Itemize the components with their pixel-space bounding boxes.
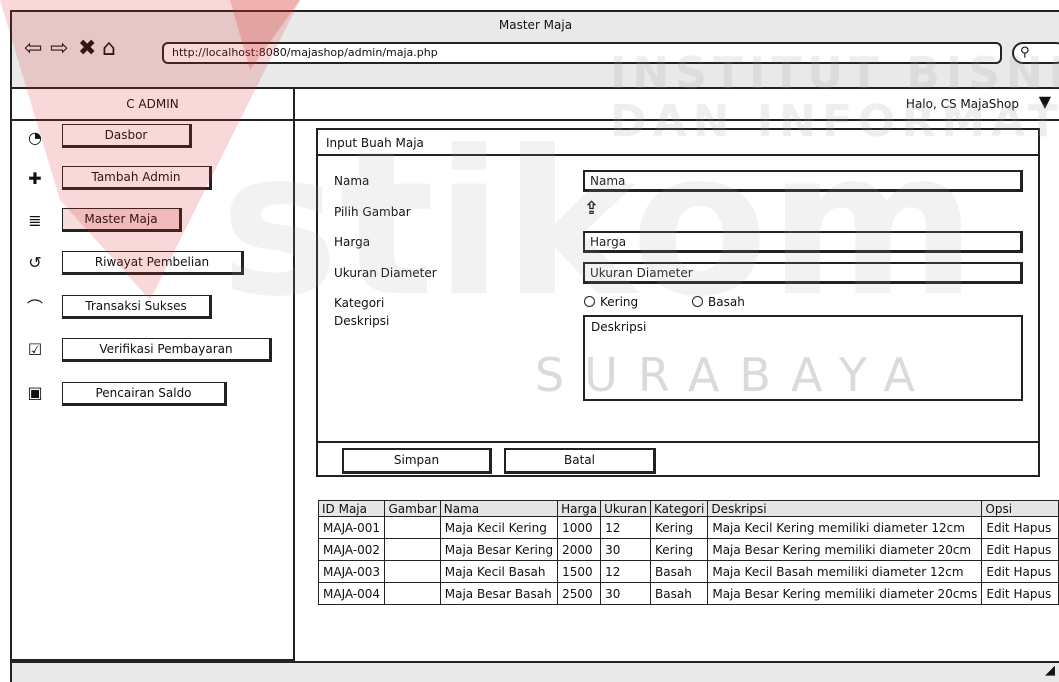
window-title: Master Maja [498, 18, 573, 32]
cell-gambar [384, 560, 441, 583]
cell-kategori: Basah [650, 560, 709, 583]
sidebar-item-pencairan-saldo[interactable]: Pencairan Saldo [62, 382, 227, 406]
cell-nama: Maja Kecil Kering [439, 516, 559, 539]
sidebar-item-verifikasi-pembayaran[interactable]: Verifikasi Pembayaran [62, 338, 272, 362]
cell-deskripsi: Maja Kecil Kering memiliki diameter 12cm [707, 516, 983, 539]
cell-id: MAJA-003 [317, 560, 386, 583]
table-row: MAJA-004 Maja Besar Basah 2500 30 Basah … [317, 582, 1059, 605]
cell-deskripsi: Maja Kecil Basah memiliki diameter 12cm [707, 560, 983, 583]
forward-icon[interactable]: ⇨ [50, 38, 68, 60]
table-row: MAJA-003 Maja Kecil Basah 1500 12 Basah … [317, 560, 1059, 583]
sidebar-item-tambah-admin[interactable]: Tambah Admin [62, 166, 212, 190]
edit-link[interactable]: Edit [986, 543, 1009, 557]
delete-link[interactable]: Hapus [1013, 587, 1051, 601]
cell-id: MAJA-001 [317, 516, 386, 539]
sidebar-item-transaksi-sukses[interactable]: Transaksi Sukses [62, 295, 212, 319]
col-header-ukuran: Ukuran [600, 500, 652, 517]
cell-nama: Maja Besar Kering [439, 538, 559, 561]
col-header-kategori: Kategori [650, 500, 709, 517]
edit-link[interactable]: Edit [986, 565, 1009, 579]
add-user-icon: ✚ [28, 169, 42, 188]
cell-opsi: Edit Hapus [981, 516, 1059, 539]
watermark-line1: INSTITUT BISNIS [610, 48, 1059, 99]
check-square-icon: ☑ [27, 340, 43, 359]
watermark-logo-text: stikom [220, 108, 977, 341]
delete-link[interactable]: Hapus [1013, 543, 1051, 557]
edit-link[interactable]: Edit [986, 521, 1009, 535]
cancel-button[interactable]: Batal [504, 448, 656, 474]
cell-harga: 1000 [557, 516, 602, 539]
cell-opsi: Edit Hapus [981, 538, 1059, 561]
col-header-id: ID Maja [317, 500, 386, 517]
resize-handle-icon[interactable]: ◢ [1045, 663, 1055, 678]
history-icon: ↺ [28, 253, 42, 272]
cell-gambar [384, 582, 441, 605]
sidebar-item-riwayat-pembelian[interactable]: Riwayat Pembelian [62, 251, 244, 275]
cell-nama: Maja Kecil Basah [439, 560, 559, 583]
maja-table: ID Maja Gambar Nama Harga Ukuran Kategor… [317, 500, 1059, 605]
cell-ukuran: 12 [600, 560, 652, 583]
cell-nama: Maja Besar Basah [439, 582, 559, 605]
save-button[interactable]: Simpan [342, 448, 492, 474]
close-icon[interactable]: ✖ [78, 38, 96, 60]
cell-gambar [384, 538, 441, 561]
cell-ukuran: 30 [600, 538, 652, 561]
cell-opsi: Edit Hapus [981, 582, 1059, 605]
sidebar-item-dasbor[interactable]: Dasbor [62, 124, 192, 148]
money-icon: ▣ [27, 383, 43, 402]
cell-opsi: Edit Hapus [981, 560, 1059, 583]
cell-deskripsi: Maja Besar Kering memiliki diameter 20cm… [707, 582, 983, 605]
cell-id: MAJA-004 [317, 582, 386, 605]
col-header-opsi: Opsi [981, 500, 1059, 517]
table-row: MAJA-001 Maja Kecil Kering 1000 12 Kerin… [317, 516, 1059, 539]
cell-gambar [384, 516, 441, 539]
cell-kategori: Basah [650, 582, 709, 605]
dashboard-icon: ◔ [28, 128, 42, 147]
delete-link[interactable]: Hapus [1013, 565, 1051, 579]
database-icon: ≣ [28, 211, 42, 230]
status-bar: ◢ [10, 661, 1059, 682]
watermark-city: SURABAYA [535, 348, 935, 402]
col-header-deskripsi: Deskripsi [707, 500, 983, 517]
handshake-icon: ⌒ [26, 298, 43, 317]
col-header-nama: Nama [439, 500, 559, 517]
back-icon[interactable]: ⇦ [24, 38, 42, 60]
cell-id: MAJA-002 [317, 538, 386, 561]
table-row: MAJA-002 Maja Besar Kering 2000 30 Kerin… [317, 538, 1059, 561]
form-button-row: Simpan Batal [318, 441, 1038, 475]
cell-harga: 2500 [557, 582, 602, 605]
sidebar-item-master-maja[interactable]: Master Maja [62, 208, 182, 232]
cell-kategori: Kering [650, 538, 709, 561]
home-icon[interactable]: ⌂ [102, 38, 116, 60]
cell-ukuran: 12 [600, 516, 652, 539]
cell-kategori: Kering [650, 516, 709, 539]
cell-harga: 2000 [557, 538, 602, 561]
col-header-gambar: Gambar [384, 500, 441, 517]
table-header-row: ID Maja Gambar Nama Harga Ukuran Kategor… [317, 500, 1059, 517]
cell-deskripsi: Maja Besar Kering memiliki diameter 20cm [707, 538, 983, 561]
cell-ukuran: 30 [600, 582, 652, 605]
edit-link[interactable]: Edit [986, 587, 1009, 601]
col-header-harga: Harga [557, 500, 602, 517]
delete-link[interactable]: Hapus [1013, 521, 1051, 535]
cell-harga: 1500 [557, 560, 602, 583]
